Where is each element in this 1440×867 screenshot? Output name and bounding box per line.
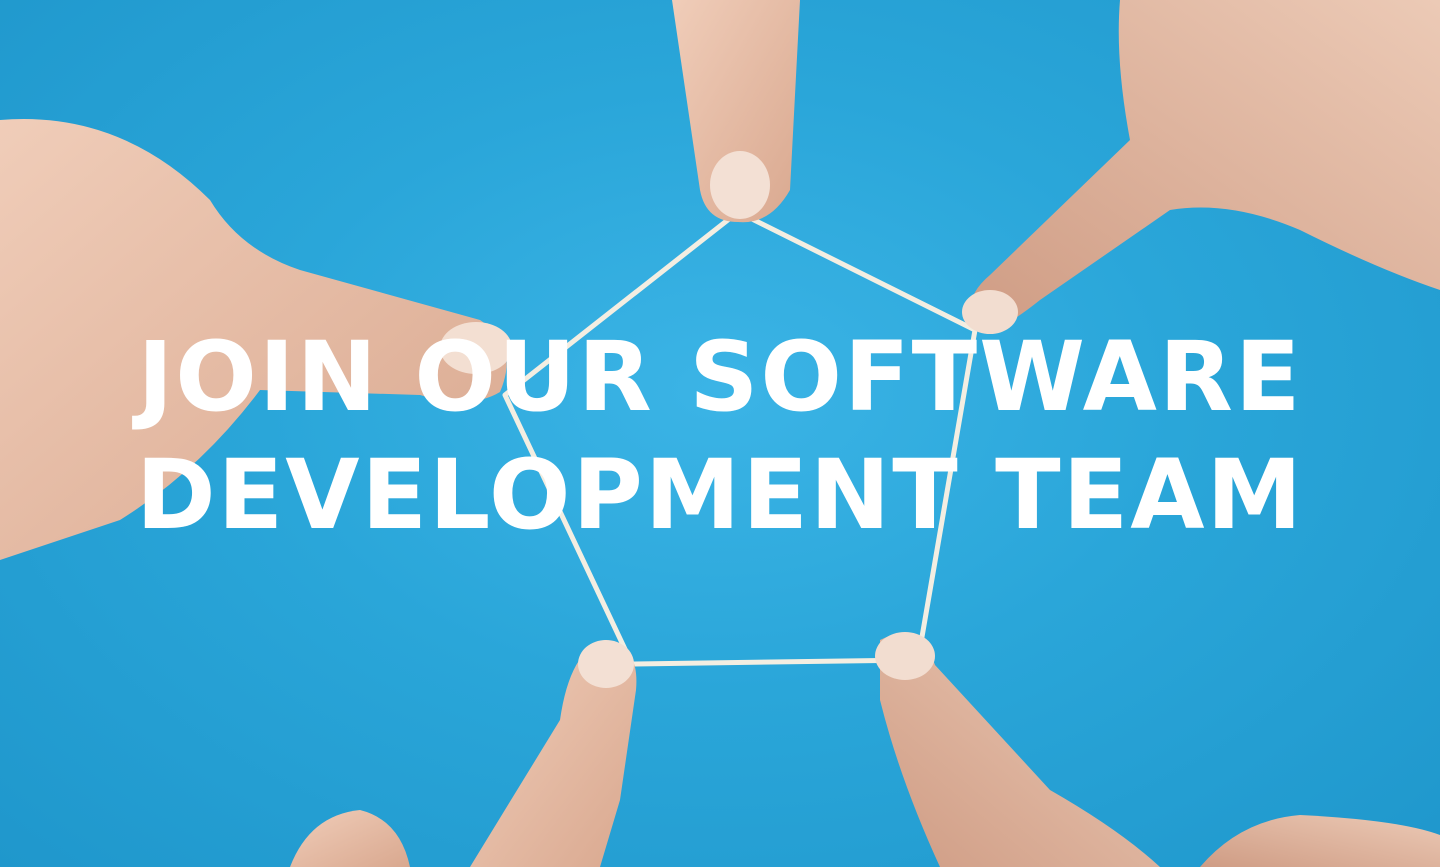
top-hand [672, 0, 800, 223]
bottom-left-hand [290, 640, 637, 867]
hero-headline: JOIN OUR SOFTWARE DEVELOPMENT TEAM [0, 318, 1440, 554]
top-right-hand [962, 0, 1440, 334]
headline-line-2: DEVELOPMENT TEAM [135, 439, 1305, 551]
headline-line-1: JOIN OUR SOFTWARE [137, 321, 1303, 433]
bottom-right-hand [875, 632, 1440, 867]
